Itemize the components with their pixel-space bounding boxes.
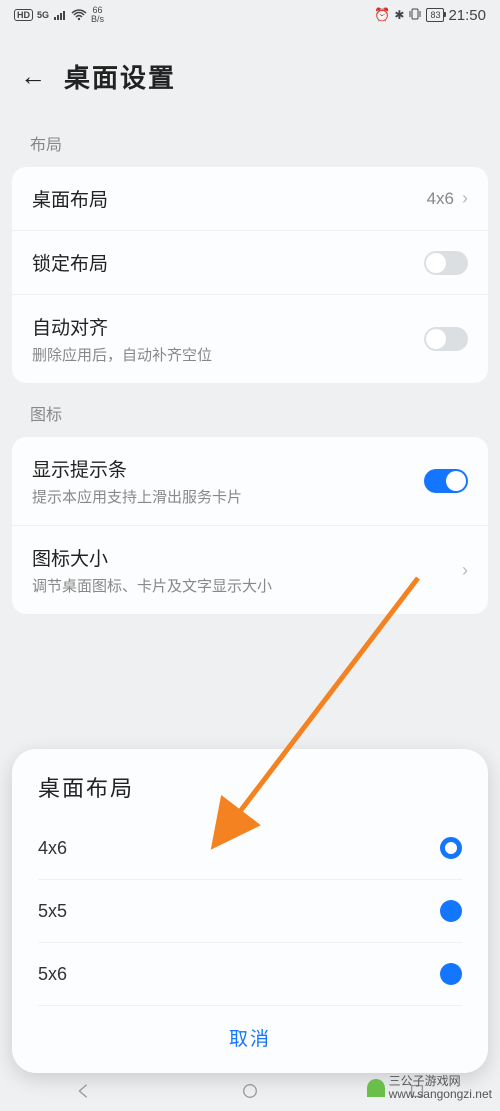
option-label: 5x6 [38, 964, 67, 985]
watermark: 三公子游戏网 www.sangongzi.net [367, 1075, 492, 1101]
watermark-logo-icon [367, 1079, 385, 1097]
cancel-button[interactable]: 取消 [38, 1006, 462, 1063]
option-5x5[interactable]: 5x5 [38, 880, 462, 943]
option-4x6[interactable]: 4x6 [38, 817, 462, 880]
watermark-text: 三公子游戏网 www.sangongzi.net [389, 1075, 492, 1101]
radio-icon [440, 900, 462, 922]
option-label: 5x5 [38, 901, 67, 922]
nav-home-icon[interactable] [241, 1082, 259, 1105]
radio-icon [440, 837, 462, 859]
option-5x6[interactable]: 5x6 [38, 943, 462, 1006]
layout-picker-sheet: 桌面布局 4x6 5x5 5x6 取消 [12, 749, 488, 1073]
radio-icon [440, 963, 462, 985]
nav-back-icon[interactable] [74, 1082, 92, 1105]
option-label: 4x6 [38, 838, 67, 859]
sheet-title: 桌面布局 [38, 771, 462, 803]
